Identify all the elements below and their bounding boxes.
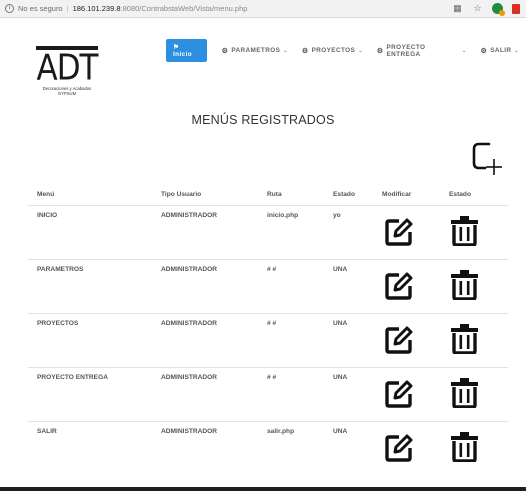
column-header: Tipo Usuario: [161, 191, 202, 198]
column-header: Estado: [333, 191, 355, 198]
gear-icon: ⚙: [376, 47, 384, 55]
status: UNA: [333, 428, 348, 435]
nav-item-inicio[interactable]: ⚑ Inicio: [166, 39, 207, 62]
security-label: No es seguro: [18, 4, 63, 13]
delete-icon[interactable]: [450, 377, 479, 408]
table-row: PROYECTOS ADMINISTRADOR # # UNA: [28, 314, 508, 368]
chevron-down-icon: ⌄: [358, 47, 363, 54]
user-type: ADMINISTRADOR: [161, 374, 218, 381]
divider: |: [66, 4, 69, 13]
user-type: ADMINISTRADOR: [161, 212, 218, 219]
column-header: Estado: [449, 191, 471, 198]
user-type: ADMINISTRADOR: [161, 266, 218, 273]
browser-address-bar[interactable]: i No es seguro | 186.101.239.8:8080/Cont…: [0, 0, 526, 18]
company-logo: ADT Decoraciones y Acabados GYPSUM: [36, 46, 99, 96]
table-header: Menú Tipo Usuario Ruta Estado Modificar …: [28, 186, 508, 206]
edit-icon[interactable]: [385, 326, 413, 354]
route: # #: [267, 266, 277, 273]
url-host[interactable]: 186.101.239.8: [73, 4, 121, 13]
route: # #: [267, 320, 277, 327]
nav-item-parametros[interactable]: ⚙ PARAMETROS ⌄: [222, 47, 288, 55]
column-header: Menú: [37, 191, 55, 198]
gear-icon: ⚙: [221, 47, 229, 55]
nav-item-proyectos[interactable]: ⚙ PROYECTOS ⌄: [302, 47, 363, 55]
status: UNA: [333, 266, 348, 273]
menu-name: PROYECTOS: [37, 320, 79, 327]
home-icon: ⚑: [173, 44, 180, 51]
table-row: INICIO ADMINISTRADOR inicio.php yo: [28, 206, 508, 260]
menu-name: PROYECTO ENTREGA: [37, 374, 108, 381]
gear-icon: ⚙: [301, 47, 309, 55]
translate-icon[interactable]: ▦: [452, 3, 463, 14]
chevron-down-icon: ⌄: [514, 47, 519, 54]
url-path[interactable]: :8080/ContrabstaWeb/Vista/menu.php: [121, 4, 248, 13]
delete-icon[interactable]: [450, 431, 479, 462]
logo-subtagline: GYPSUM: [57, 91, 77, 96]
table-row: PROYECTO ENTREGA ADMINISTRADOR # # UNA: [28, 368, 508, 422]
table-row: PARAMETROS ADMINISTRADOR # # UNA: [28, 260, 508, 314]
column-header: Modificar: [382, 191, 412, 198]
delete-icon[interactable]: [450, 323, 479, 354]
add-menu-icon[interactable]: [471, 141, 503, 177]
nav-label: Inicio: [173, 51, 193, 58]
route: # #: [267, 374, 277, 381]
delete-icon[interactable]: [450, 215, 479, 246]
menu-name: SALIR: [37, 428, 57, 435]
menu-name: INICIO: [37, 212, 58, 219]
table-row: SALIR ADMINISTRADOR salir.php UNA: [28, 422, 508, 476]
extension-icon[interactable]: [492, 3, 505, 16]
edit-icon[interactable]: [385, 218, 413, 246]
nav-item-salir[interactable]: ⚙ SALIR ⌄: [481, 47, 519, 55]
star-icon[interactable]: ☆: [472, 3, 483, 14]
nav-label: SALIR: [490, 47, 512, 54]
menus-table: Menú Tipo Usuario Ruta Estado Modificar …: [28, 186, 508, 476]
status: UNA: [333, 374, 348, 381]
route: salir.php: [267, 428, 295, 435]
status: UNA: [333, 320, 348, 327]
chevron-down-icon: ⌄: [461, 47, 467, 54]
browser-actions: ▦ ☆: [452, 3, 520, 16]
gear-icon: ⚙: [480, 47, 488, 55]
nav-label: PROYECTO ENTREGA: [386, 43, 426, 58]
extension-red-icon[interactable]: [512, 3, 520, 14]
delete-icon[interactable]: [450, 269, 479, 300]
nav-item-proyecto-entrega[interactable]: ⚙ PROYECTO ENTREGA ⌄: [377, 44, 467, 58]
chevron-down-icon: ⌄: [283, 47, 288, 54]
menu-name: PARAMETROS: [37, 266, 84, 273]
route: inicio.php: [267, 212, 299, 219]
status: yo: [333, 212, 341, 219]
user-type: ADMINISTRADOR: [161, 320, 218, 327]
nav-label: PARAMETROS: [231, 47, 281, 54]
logo-brand: ADT: [36, 47, 98, 89]
edit-icon[interactable]: [385, 434, 413, 462]
column-header: Ruta: [267, 191, 282, 198]
window-bottom-bar: [0, 487, 526, 491]
info-icon[interactable]: i: [5, 4, 14, 13]
edit-icon[interactable]: [385, 380, 413, 408]
user-type: ADMINISTRADOR: [161, 428, 218, 435]
main-nav: ⚑ Inicio ⚙ PARAMETROS ⌄ ⚙ PROYECTOS ⌄ ⚙ …: [166, 39, 526, 62]
page-title: MENÚS REGISTRADOS: [191, 113, 335, 127]
nav-label: PROYECTOS: [311, 47, 356, 54]
edit-icon[interactable]: [385, 272, 413, 300]
